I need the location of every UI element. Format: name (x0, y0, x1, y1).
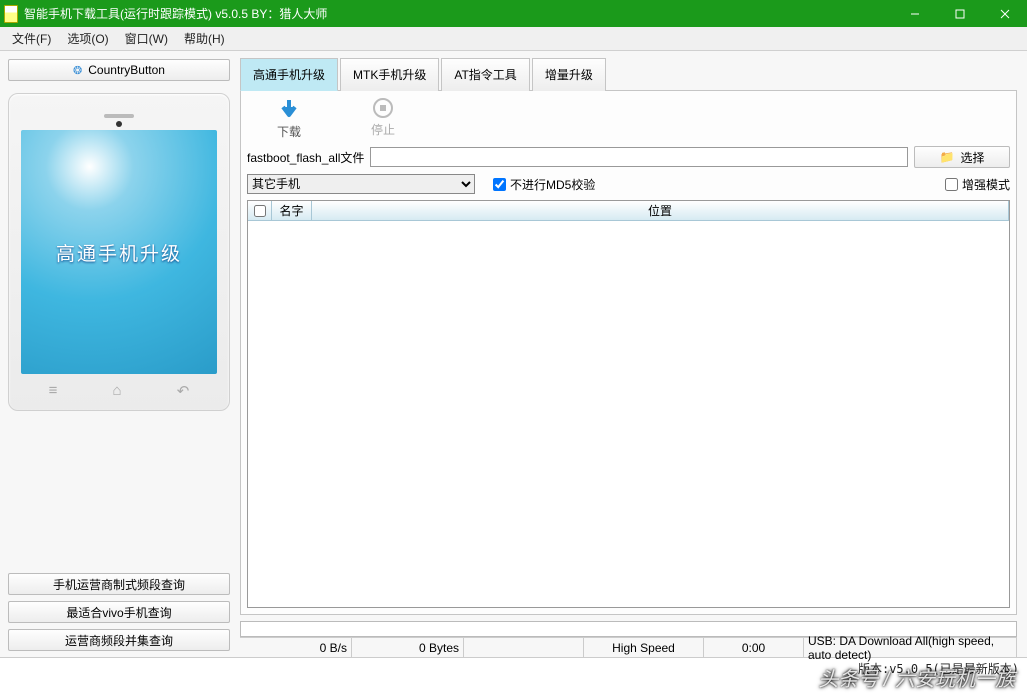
menu-help[interactable]: 帮助(H) (176, 27, 233, 50)
status-empty (464, 638, 584, 657)
main-pane: 高通手机升级 MTK手机升级 AT指令工具 增量升级 下载 停止 fastboo… (238, 51, 1027, 657)
skip-md5-input[interactable] (493, 178, 506, 191)
nav-back-icon: ↶ (177, 382, 190, 400)
column-location[interactable]: 位置 (312, 201, 1009, 220)
status-time: 0:00 (704, 638, 804, 657)
globe-icon: ❂ (73, 64, 82, 77)
status-mode: High Speed (584, 638, 704, 657)
tabstrip: 高通手机升级 MTK手机升级 AT指令工具 增量升级 (240, 57, 1017, 91)
file-label: fastboot_flash_all文件 (247, 149, 364, 166)
enhanced-mode-checkbox[interactable]: 增强模式 (945, 176, 1010, 193)
menu-file[interactable]: 文件(F) (4, 27, 59, 50)
select-all-checkbox[interactable] (254, 205, 266, 217)
app-icon (4, 5, 18, 23)
stop-button: 停止 (371, 97, 395, 140)
select-all-column[interactable] (248, 201, 272, 220)
status-usb: USB: DA Download All(high speed, auto de… (804, 638, 1017, 657)
version-bar: 版本:v5.0.5(已是最新版本) (0, 657, 1027, 679)
window-title: 智能手机下载工具(运行时跟踪模式) v5.0.5 BY：猎人大师 (24, 5, 327, 22)
phone-screen: 高通手机升级 (21, 130, 217, 374)
sidebar: ❂ CountryButton 高通手机升级 ≡ ⌂ ↶ 手机运营商制式频段查询… (0, 51, 238, 657)
phone-sensor (116, 121, 122, 127)
maximize-button[interactable] (937, 0, 982, 27)
titlebar: 智能手机下载工具(运行时跟踪模式) v5.0.5 BY：猎人大师 (0, 0, 1027, 27)
browse-button[interactable]: 📁 选择 (914, 146, 1010, 168)
minimize-button[interactable] (892, 0, 937, 27)
status-bytes: 0 Bytes (352, 638, 464, 657)
download-label: 下载 (277, 123, 301, 140)
file-path-input[interactable] (370, 147, 908, 167)
tab-mtk[interactable]: MTK手机升级 (340, 58, 439, 91)
sidebar-btn-carrier-band-query[interactable]: 手机运营商制式频段查询 (8, 573, 230, 595)
table-header: 名字 位置 (248, 201, 1009, 221)
nav-home-icon: ⌂ (113, 382, 122, 400)
menubar: 文件(F) 选项(O) 窗口(W) 帮助(H) (0, 27, 1027, 51)
status-speed: 0 B/s (240, 638, 352, 657)
skip-md5-checkbox[interactable]: 不进行MD5校验 (493, 176, 595, 193)
phone-screen-caption: 高通手机升级 (56, 239, 182, 266)
download-arrow-icon (277, 97, 301, 121)
column-name[interactable]: 名字 (272, 201, 312, 220)
tab-content: 下载 停止 fastboot_flash_all文件 📁 选择 其它手机 (240, 91, 1017, 615)
close-button[interactable] (982, 0, 1027, 27)
browse-label: 选择 (960, 149, 984, 166)
partition-table: 名字 位置 (247, 200, 1010, 608)
menu-window[interactable]: 窗口(W) (117, 27, 176, 50)
phone-navkeys: ≡ ⌂ ↶ (21, 382, 217, 400)
country-button-label: CountryButton (88, 63, 165, 77)
device-dropdown[interactable]: 其它手机 (247, 174, 475, 194)
enhanced-mode-input[interactable] (945, 178, 958, 191)
sidebar-btn-band-union-query[interactable]: 运营商频段并集查询 (8, 629, 230, 651)
folder-icon: 📁 (940, 150, 955, 164)
tab-qualcomm[interactable]: 高通手机升级 (240, 58, 338, 91)
statusbar: 0 B/s 0 Bytes High Speed 0:00 USB: DA Do… (240, 637, 1017, 657)
tab-incremental[interactable]: 增量升级 (532, 58, 606, 91)
skip-md5-label: 不进行MD5校验 (510, 176, 595, 193)
phone-speaker (104, 114, 134, 118)
menu-options[interactable]: 选项(O) (59, 27, 116, 50)
enhanced-mode-label: 增强模式 (962, 176, 1010, 193)
stop-icon (372, 97, 394, 119)
nav-menu-icon: ≡ (49, 382, 58, 400)
stop-label: 停止 (371, 121, 395, 138)
tab-at[interactable]: AT指令工具 (441, 58, 529, 91)
download-button[interactable]: 下载 (277, 97, 301, 140)
sidebar-btn-vivo-query[interactable]: 最适合vivo手机查询 (8, 601, 230, 623)
country-button[interactable]: ❂ CountryButton (8, 59, 230, 81)
phone-preview: 高通手机升级 ≡ ⌂ ↶ (8, 93, 230, 411)
